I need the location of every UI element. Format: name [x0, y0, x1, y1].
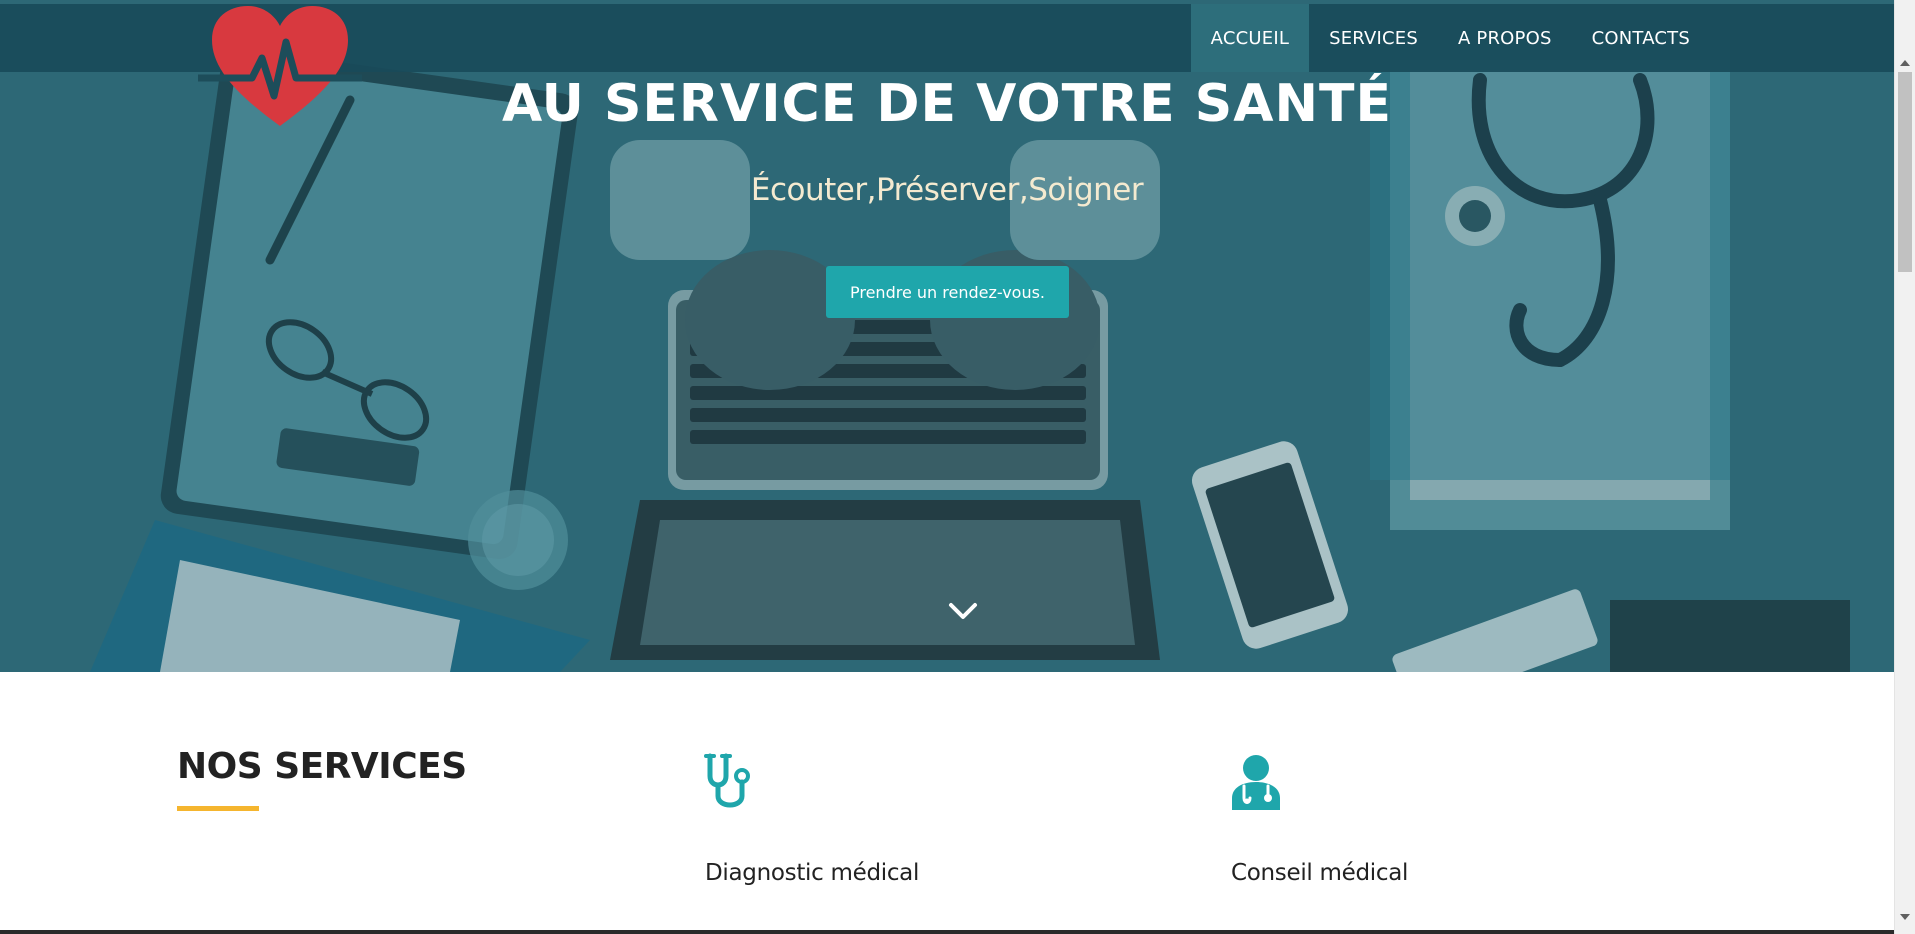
- services-section: NOS SERVICES Diagnostic médical Conseil …: [0, 672, 1894, 934]
- chevron-down-icon[interactable]: [946, 598, 980, 624]
- scroll-thumb[interactable]: [1898, 72, 1912, 272]
- scroll-down-arrow-icon[interactable]: [1900, 914, 1910, 920]
- services-heading: NOS SERVICES: [177, 746, 467, 787]
- scroll-up-arrow-icon[interactable]: [1900, 60, 1910, 66]
- nav-item-a-propos[interactable]: A PROPOS: [1438, 4, 1572, 72]
- nav-item-accueil[interactable]: ACCUEIL: [1190, 4, 1310, 72]
- nav-item-services[interactable]: SERVICES: [1309, 4, 1438, 72]
- page: ACCUEIL SERVICES A PROPOS CONTACTS AU SE…: [0, 0, 1915, 934]
- bottom-edge: [0, 930, 1894, 934]
- hero-title: AU SERVICE DE VOTRE SANTÉ: [501, 74, 1393, 134]
- service-title-conseil: Conseil médical: [1231, 860, 1409, 886]
- main-nav: ACCUEIL SERVICES A PROPOS CONTACTS: [1190, 4, 1710, 72]
- service-title-diagnostic: Diagnostic médical: [705, 860, 920, 886]
- doctor-icon: [1232, 755, 1280, 810]
- heading-underline: [177, 806, 259, 811]
- hero-section: ACCUEIL SERVICES A PROPOS CONTACTS AU SE…: [0, 0, 1894, 672]
- hero-subtitle: Écouter,Préserver,Soigner: [750, 172, 1144, 208]
- appointment-button[interactable]: Prendre un rendez-vous.: [826, 266, 1069, 318]
- page-scrollbar[interactable]: [1894, 0, 1915, 934]
- stethoscope-icon: [704, 753, 750, 808]
- nav-item-contacts[interactable]: CONTACTS: [1572, 4, 1710, 72]
